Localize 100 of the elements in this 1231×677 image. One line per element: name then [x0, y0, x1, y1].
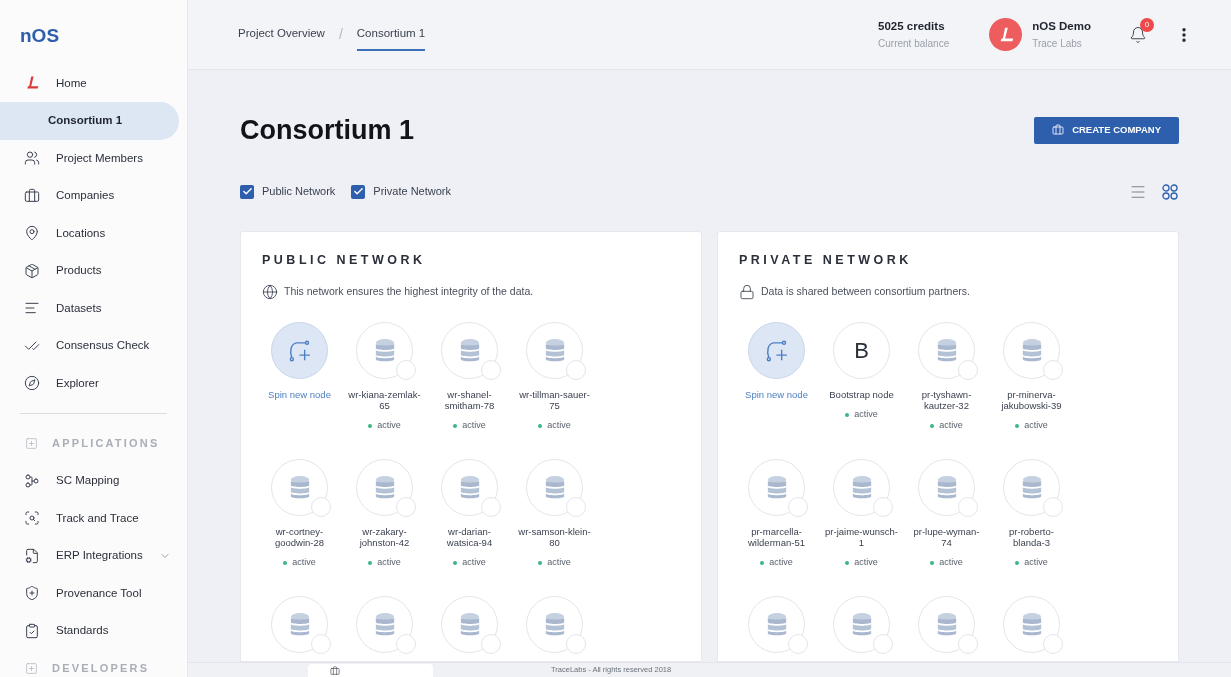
node-name: wr-samson-klein-80: [517, 526, 592, 549]
card-title: PUBLIC NETWORK: [261, 251, 427, 269]
globe-icon: [262, 284, 278, 301]
node-name: wr-tillman-sauer-75: [518, 389, 591, 412]
node-name: pr-roberto-blanda-3: [1008, 526, 1055, 549]
node-status: active: [377, 419, 401, 433]
sidebar-item[interactable]: ERP Integrations: [0, 537, 179, 575]
sidebar-item[interactable]: Track and Trace: [0, 499, 179, 537]
sidebar-item[interactable]: Consensus Check: [0, 327, 179, 365]
spin-node-button[interactable]: [271, 322, 328, 380]
sidebar-item[interactable]: Locations: [0, 214, 179, 252]
status-ring-icon: [396, 634, 416, 655]
sidebar-item[interactable]: Consortium 1: [0, 102, 179, 140]
database-icon: [288, 611, 311, 638]
checkbox-label: Private Network: [373, 184, 451, 200]
plus-square-icon: [25, 437, 38, 450]
database-icon: [543, 474, 566, 501]
status-ring-icon: [958, 634, 978, 655]
database-icon: [288, 474, 311, 501]
node-status: active: [462, 419, 486, 433]
node-name: pr-minerva-jakubowski-39: [1000, 389, 1063, 412]
status-ring-icon: [311, 497, 331, 518]
status-ring-icon: [481, 497, 501, 518]
document-icon: [24, 547, 40, 564]
footer-tab[interactable]: [308, 664, 433, 677]
status-ring-icon: [481, 634, 501, 655]
node-status: active: [547, 556, 571, 570]
node-status: active: [1024, 556, 1048, 570]
status-ring-icon: [788, 634, 808, 655]
sidebar-label: Explorer: [56, 375, 99, 391]
node-status: active: [377, 556, 401, 570]
node-status: active: [854, 408, 878, 422]
grid-view-icon[interactable]: [1161, 182, 1179, 201]
briefcase-icon: [1052, 124, 1065, 137]
notification-badge: 0: [1140, 17, 1154, 32]
compass-icon: [24, 375, 40, 392]
sidebar-item[interactable]: SC Mapping: [0, 462, 179, 500]
sidebar-item[interactable]: Home: [0, 64, 179, 102]
spin-node-button[interactable]: [748, 322, 805, 380]
node-status: active: [769, 556, 793, 570]
breadcrumb-link[interactable]: Project Overview: [238, 25, 325, 51]
node-name: pr-tyshawn-kautzer-32: [920, 389, 973, 412]
breadcrumb-link[interactable]: Consortium 1: [356, 25, 426, 51]
database-icon: [935, 337, 958, 364]
fork-icon: [24, 472, 40, 489]
node-name: wr-cortney-goodwin-28: [273, 526, 326, 549]
sidebar-label: Products: [56, 263, 102, 279]
page-title: Consortium 1: [240, 114, 414, 147]
node-name: wr-darian-watsica-94: [445, 526, 494, 549]
checkbox-label: Public Network: [262, 184, 336, 200]
user-name: nOS Demo: [1032, 19, 1091, 35]
sidebar-item[interactable]: Products: [0, 252, 179, 290]
status-ring-icon: [396, 360, 416, 381]
clipboard-icon: [24, 622, 40, 639]
sidebar-item[interactable]: Standards: [0, 612, 179, 650]
node-status: active: [854, 556, 878, 570]
sidebar-item[interactable]: Provenance Tool: [0, 574, 179, 612]
spin-node-label[interactable]: Spin new node: [268, 389, 331, 401]
node-status: active: [939, 556, 963, 570]
database-icon: [458, 337, 481, 364]
user-avatar[interactable]: [989, 18, 1023, 51]
create-company-button[interactable]: CREATE COMPANY: [1034, 116, 1179, 144]
app-logo: nOS: [20, 25, 60, 46]
database-icon: [765, 474, 788, 501]
node-status: active: [292, 556, 316, 570]
card-title: PRIVATE NETWORK: [738, 251, 913, 269]
sidebar-item[interactable]: Explorer: [0, 364, 179, 402]
logo-icon: [24, 75, 40, 92]
status-ring-icon: [311, 634, 331, 655]
credits-amount: 5025 credits: [878, 19, 946, 35]
shield-icon: [24, 585, 40, 602]
scan-icon: [24, 510, 40, 527]
status-ring-icon: [958, 360, 978, 381]
sidebar-item[interactable]: Project Members: [0, 139, 179, 177]
database-icon: [458, 611, 481, 638]
node-name: wr-zakary-johnston-42: [358, 526, 411, 549]
database-icon: [543, 337, 566, 364]
database-icon: [373, 474, 396, 501]
sidebar-item[interactable]: Datasets: [0, 289, 179, 327]
database-icon: [850, 611, 873, 638]
sidebar-item[interactable]: Companies: [0, 177, 179, 215]
card-description: This network ensures the highest integrity of the data.: [284, 284, 534, 300]
sidebar-label: Project Members: [56, 150, 143, 166]
status-ring-icon: [396, 497, 416, 518]
node-name: pr-lupe-wyman-74: [912, 526, 981, 549]
breadcrumb-separator: /: [338, 25, 343, 44]
sidebar-label: Consensus Check: [56, 338, 150, 354]
node-name: wr-shanel-smitham-78: [443, 389, 496, 412]
section-heading: APPLICATIONS: [52, 436, 160, 452]
node-status: active: [462, 556, 486, 570]
spin-node-label[interactable]: Spin new node: [745, 389, 808, 401]
status-ring-icon: [788, 497, 808, 518]
bell-icon[interactable]: [1129, 25, 1147, 44]
database-icon: [458, 474, 481, 501]
checkbox[interactable]: [240, 184, 254, 199]
status-ring-icon: [566, 497, 586, 518]
checkbox[interactable]: [351, 184, 366, 199]
node-status: active: [1024, 419, 1048, 433]
status-ring-icon: [873, 634, 893, 655]
sidebar-label: SC Mapping: [56, 473, 120, 489]
